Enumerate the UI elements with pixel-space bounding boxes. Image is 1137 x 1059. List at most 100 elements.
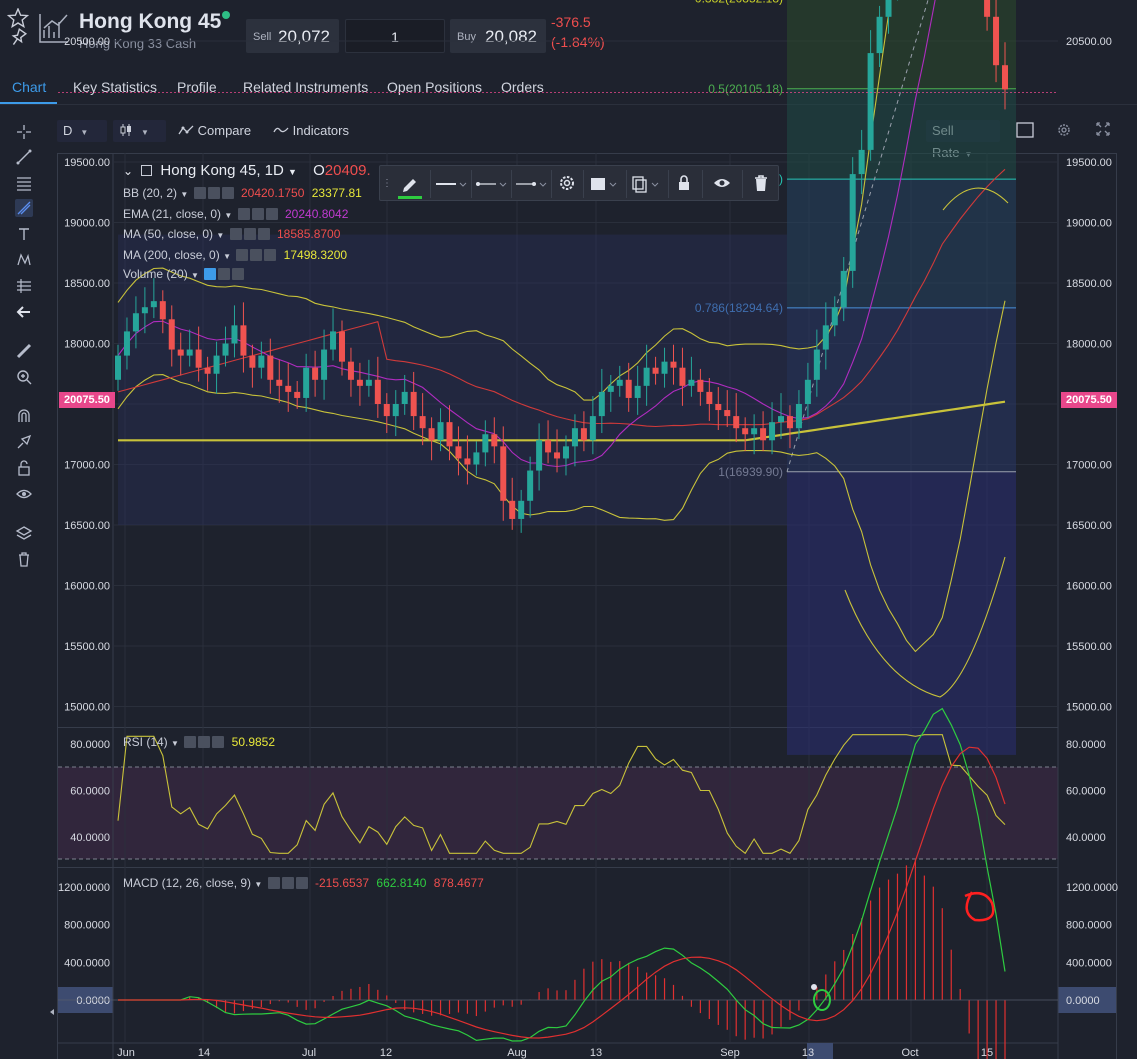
candle-body [410, 391, 417, 417]
minimize-icon[interactable] [141, 165, 153, 176]
candle-body [204, 367, 211, 374]
candle-body [437, 422, 444, 441]
close-icon[interactable] [295, 877, 308, 889]
price-tick-label: 15500.00 [1066, 641, 1112, 653]
eye-icon[interactable] [184, 736, 197, 748]
price-tick-label: 19000.00 [64, 218, 110, 230]
gear-icon[interactable] [250, 249, 263, 261]
eye-icon[interactable] [229, 228, 242, 240]
candle-body [186, 349, 193, 356]
candle-body [294, 391, 301, 398]
price-tick-label: 15000.00 [1066, 702, 1112, 714]
price-tick-label: 15500.00 [64, 641, 110, 653]
gear-icon[interactable] [251, 208, 264, 220]
drag-handle-icon[interactable]: ⋮ [382, 174, 392, 194]
gear-icon[interactable] [218, 268, 231, 280]
rsi-tick-label: 80.0000 [1066, 739, 1106, 751]
gear-icon[interactable] [281, 877, 294, 889]
eye-icon[interactable] [193, 187, 206, 199]
fib-zone [787, 307, 1016, 472]
ma200-legend: MA (200, close, 0) ▼ 17498.3200 [123, 248, 348, 262]
candle-body [159, 301, 166, 320]
candle-body [795, 404, 802, 429]
gear-icon[interactable] [198, 736, 211, 748]
price-tick-label: 20500.00 [64, 36, 110, 48]
gear-icon[interactable] [243, 228, 256, 240]
candle-body [464, 458, 471, 465]
candle-body [661, 361, 668, 374]
ma200-label: MA (200, close, 0) [123, 248, 220, 262]
price-tick-label: 16000.00 [1066, 581, 1112, 593]
bb-value-2: 23377.81 [311, 186, 362, 200]
candle-body [428, 428, 435, 441]
gear-icon[interactable] [207, 187, 220, 199]
candle-body [347, 361, 354, 380]
close-icon[interactable] [265, 208, 278, 220]
rsi-tick-label: 60.0000 [1066, 786, 1106, 798]
candle-body [858, 149, 865, 175]
price-chart[interactable]: 24000.0024000.0023500.0023500.0023000.00… [0, 0, 1137, 1059]
fib-zone [787, 179, 1016, 308]
eye-icon[interactable] [204, 268, 217, 280]
candle-body [760, 428, 767, 441]
close-icon[interactable] [212, 736, 225, 748]
time-tick-label: Jun [117, 1047, 135, 1059]
candle-body [804, 379, 811, 404]
rsi-legend: RSI (14) ▼ 50.9852 [123, 735, 276, 749]
rsi-tick-label: 40.0000 [70, 832, 110, 844]
settings-button[interactable] [556, 174, 578, 194]
candle-body [222, 343, 229, 356]
eye-icon[interactable] [267, 877, 280, 889]
ema-value: 20240.8042 [285, 207, 349, 221]
fib-level-label: 0.5(20105.18) [708, 82, 783, 96]
rsi-tick-label: 60.0000 [70, 786, 110, 798]
candle-body [115, 355, 121, 380]
delete-drawing-button[interactable] [750, 174, 772, 194]
candle-body [706, 391, 713, 404]
close-icon[interactable] [257, 228, 270, 240]
clone-select[interactable] [630, 174, 664, 194]
candle-body [589, 416, 596, 441]
candle-body [491, 434, 498, 447]
candle-body [822, 325, 829, 350]
line-end-select[interactable] [514, 174, 548, 194]
lock-drawing-button[interactable] [673, 174, 695, 194]
close-icon[interactable] [221, 187, 234, 199]
price-tick-label: 18000.00 [1066, 339, 1112, 351]
candle-body [401, 391, 408, 404]
eye-icon[interactable] [237, 208, 250, 220]
close-icon[interactable] [232, 268, 245, 280]
eye-icon[interactable] [236, 249, 249, 261]
candle-body [276, 379, 283, 386]
collapse-icon[interactable]: ⌄ [123, 164, 133, 178]
trash-icon [755, 175, 767, 191]
candle-body [258, 355, 265, 368]
candle-body [527, 470, 534, 501]
line-style-select[interactable] [474, 174, 508, 194]
candle-body [840, 270, 847, 308]
line-width-select[interactable] [434, 174, 468, 194]
candle-body [177, 349, 184, 356]
hide-drawing-button[interactable] [710, 174, 734, 194]
bb-label: BB (20, 2) [123, 186, 178, 200]
pencil-color-button[interactable] [396, 174, 424, 199]
template-select[interactable] [588, 174, 622, 194]
candle-body [365, 379, 372, 386]
lock-icon [679, 175, 689, 190]
open-label: O [313, 162, 325, 179]
volume-legend: Volume (20) ▼ [123, 266, 245, 282]
candle-body [455, 446, 462, 459]
candle-body [150, 301, 157, 308]
fib-zone [787, 471, 1016, 755]
time-tick-label: 13 [802, 1047, 814, 1059]
fib-zone [787, 0, 1016, 89]
candle-body [168, 319, 175, 350]
candle-body [500, 446, 507, 501]
candle-body [482, 434, 489, 453]
close-icon[interactable] [264, 249, 277, 261]
candle-body [993, 16, 1000, 66]
annotation-circle-red [964, 891, 995, 922]
open-value: 20409. [324, 162, 371, 179]
candle-body [733, 416, 740, 429]
candle-body [446, 422, 453, 447]
